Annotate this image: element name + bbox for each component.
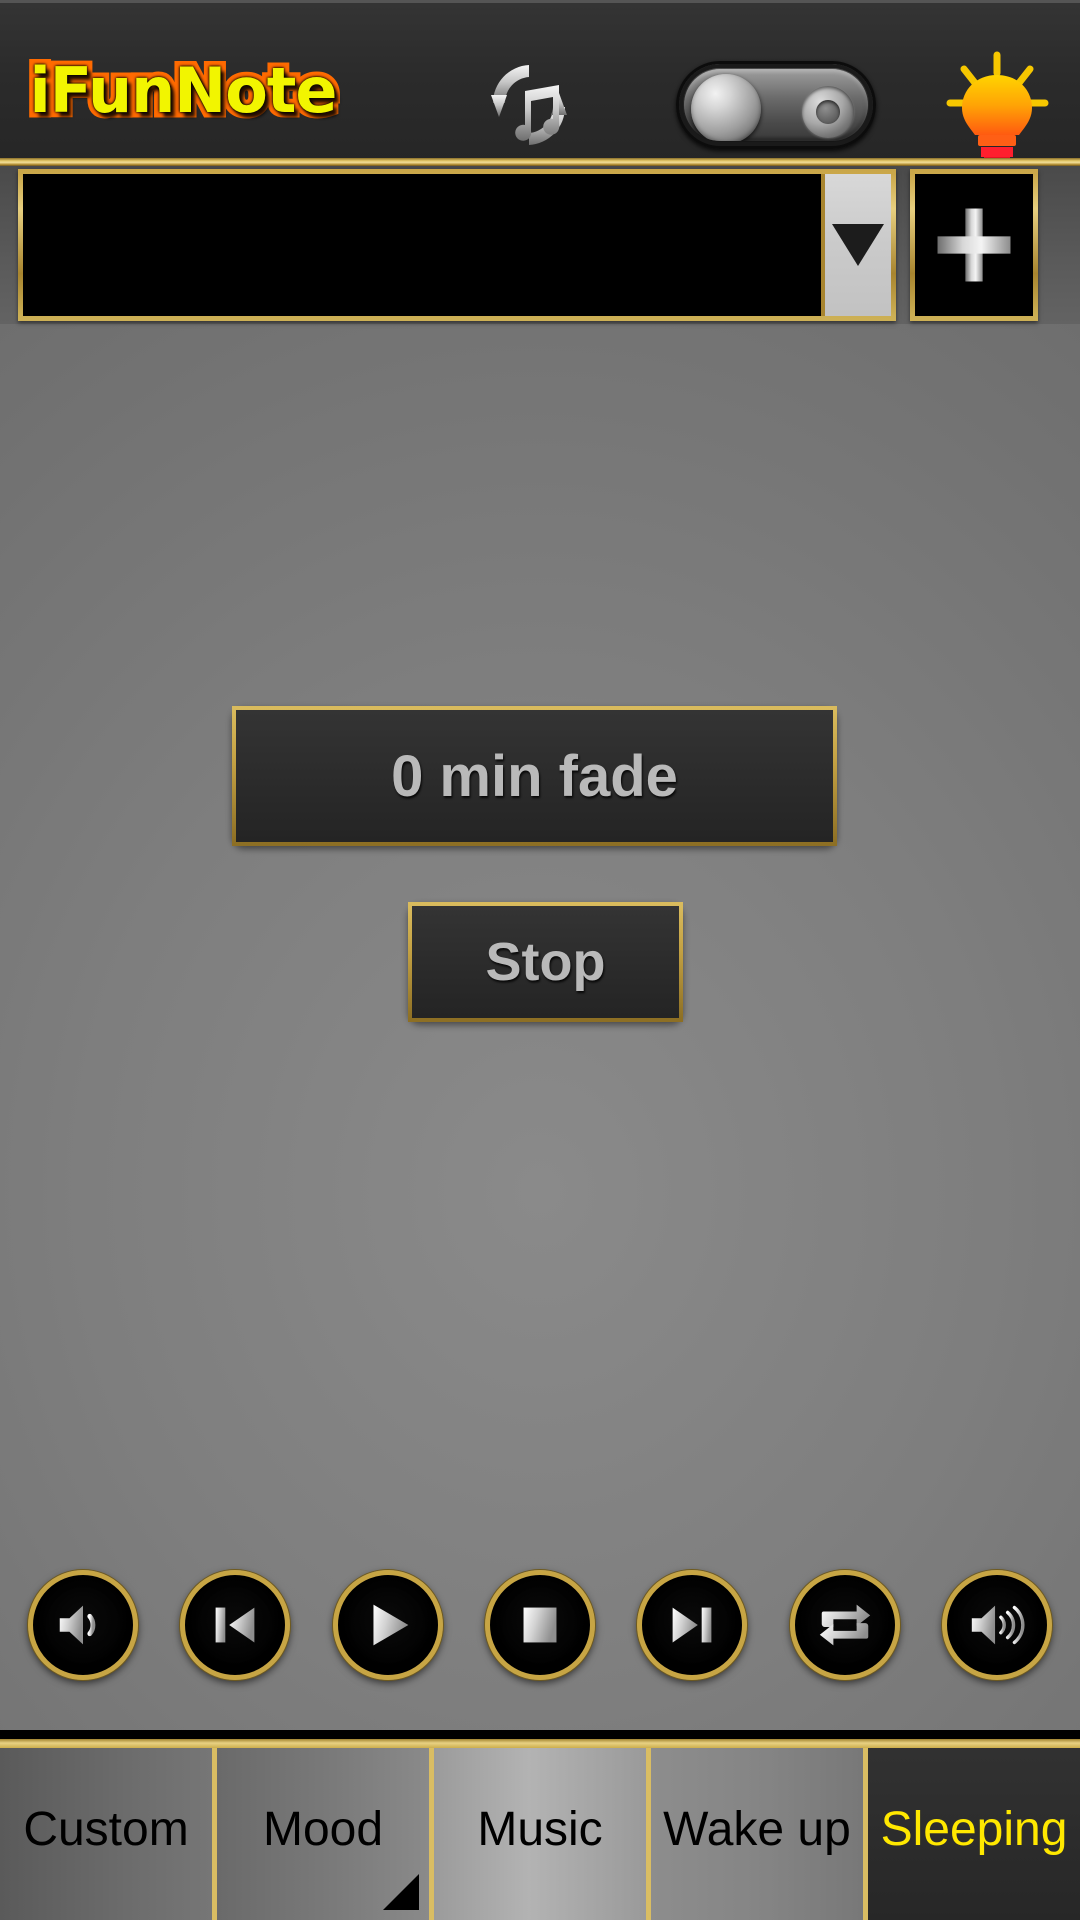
add-button[interactable] (910, 169, 1038, 321)
stop-playback-button[interactable]: Stop (408, 902, 683, 1022)
tab-mood-label: Mood (262, 1803, 384, 1856)
app-logo: iFunNote (24, 48, 343, 132)
selection-row (0, 166, 1080, 324)
play-button[interactable] (332, 1570, 443, 1680)
bottom-tab-bar: Custom Mood Music Wake up Sleeping (0, 1730, 1080, 1920)
repeat-button[interactable] (789, 1570, 900, 1680)
app-header: iFunNote (0, 0, 1080, 166)
app-logo-text: iFunNote (24, 48, 343, 132)
preset-dropdown[interactable] (18, 169, 896, 321)
main-content: 0 min fade Stop (0, 324, 1080, 1730)
tab-sleeping-label: Sleeping (880, 1803, 1068, 1856)
volume-down-button[interactable] (28, 1570, 138, 1680)
tab-wake-up[interactable]: Wake up (646, 1739, 863, 1920)
app-root: iFunNote 0 min fade Stop Custom Mood Mus… (0, 0, 1080, 1920)
fade-duration-button[interactable]: 0 min fade (232, 706, 837, 846)
volume-high-icon (971, 1605, 1025, 1645)
tab-music-label: Music (477, 1803, 603, 1856)
toggle-indicator (802, 86, 854, 138)
lightbulb-icon[interactable] (940, 41, 1055, 162)
tab-wake-up-label: Wake up (663, 1803, 851, 1856)
tab-sleeping[interactable]: Sleeping (863, 1739, 1080, 1920)
plus-icon (937, 208, 1011, 282)
repeat-icon (819, 1604, 870, 1646)
volume-up-button[interactable] (941, 1570, 1052, 1680)
tab-mood[interactable]: Mood (212, 1739, 429, 1920)
tab-custom-label: Custom (23, 1803, 189, 1856)
stop-square-icon (523, 1607, 557, 1643)
chevron-down-glyph (832, 224, 884, 266)
refresh-music-icon[interactable] (477, 55, 582, 155)
skip-next-icon (672, 1607, 712, 1643)
tab-custom[interactable]: Custom (0, 1739, 212, 1920)
volume-low-icon (59, 1605, 96, 1645)
power-toggle[interactable] (676, 61, 876, 149)
skip-previous-icon (215, 1607, 255, 1643)
stop-button[interactable] (484, 1570, 595, 1680)
preset-dropdown-value[interactable] (23, 174, 821, 316)
next-track-button[interactable] (637, 1570, 748, 1680)
toggle-knob (691, 74, 761, 141)
play-icon (373, 1604, 408, 1646)
toggle-track (684, 69, 868, 141)
previous-track-button[interactable] (180, 1570, 291, 1680)
chevron-down-icon[interactable] (821, 174, 891, 316)
corner-triangle-icon (383, 1874, 419, 1910)
tab-music[interactable]: Music (429, 1739, 646, 1920)
media-control-bar (0, 1520, 1080, 1730)
